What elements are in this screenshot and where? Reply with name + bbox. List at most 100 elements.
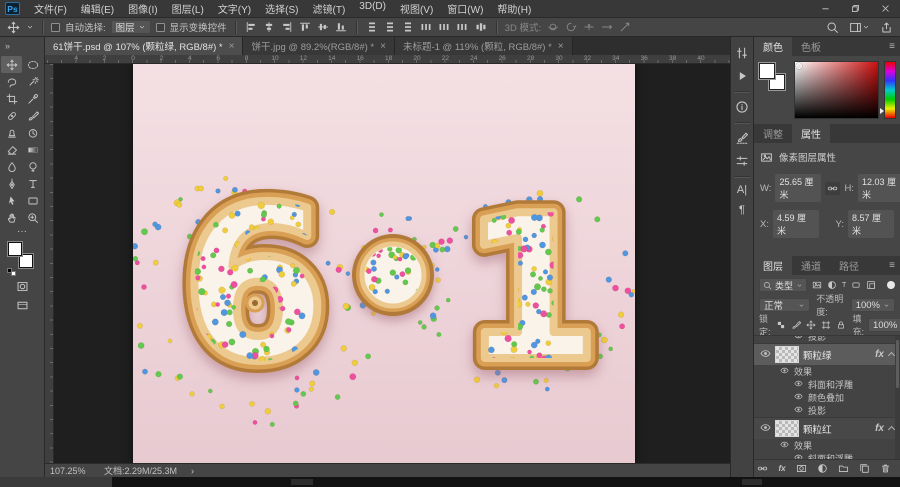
panel-color-swatches[interactable] (759, 61, 789, 119)
dock-character-button[interactable]: A| (736, 184, 748, 197)
delete-button[interactable] (879, 462, 892, 475)
layer-thumbnail[interactable] (775, 420, 799, 437)
distribute-button[interactable] (383, 20, 397, 34)
effect-row[interactable]: 投影 (754, 404, 900, 417)
quick-mask-button[interactable] (15, 279, 30, 294)
lock-brush-button[interactable] (790, 319, 802, 331)
shape-filter-button[interactable] (850, 279, 862, 291)
tool-shape[interactable] (22, 192, 43, 209)
dock-mixer-button[interactable] (734, 45, 750, 61)
auto-select-checkbox[interactable] (51, 22, 60, 32)
tool-type[interactable] (22, 175, 43, 192)
align-bottom-button[interactable] (334, 20, 348, 34)
os-taskbar[interactable] (0, 477, 900, 487)
dock-paragraph-button[interactable]: ¶ (738, 204, 746, 217)
hue-slider[interactable] (880, 61, 896, 119)
minimize-window-button[interactable] (810, 0, 840, 17)
align-top-button[interactable] (298, 20, 312, 34)
chain-button[interactable] (756, 462, 769, 475)
effect-visibility[interactable] (794, 453, 803, 459)
collapse-effects-icon[interactable] (887, 425, 896, 434)
menu-item[interactable]: 滤镜(T) (306, 1, 353, 16)
edit-toolbar-icon[interactable]: ··· (17, 227, 27, 237)
color-swatches[interactable] (7, 241, 37, 276)
layer-row[interactable]: 颗粒绿 fx (754, 343, 900, 365)
panel-tab[interactable]: 属性 (792, 124, 830, 143)
foreground-color-swatch[interactable] (759, 63, 775, 79)
effects-header-row[interactable]: 效果 (754, 365, 900, 378)
adjust-filter-button[interactable] (816, 462, 829, 475)
effect-visibility[interactable] (780, 366, 789, 377)
tool-zoom[interactable] (22, 209, 43, 226)
panel-tab[interactable]: 调整 (754, 124, 792, 143)
auto-select-dropdown[interactable]: 图层 (110, 20, 151, 34)
effects-header-row[interactable]: 效果 (754, 439, 900, 452)
effect-row[interactable]: 斜面和浮雕 (754, 378, 900, 391)
default-colors-icon[interactable] (11, 271, 16, 276)
menu-item[interactable]: 编辑(E) (74, 1, 121, 16)
layer-thumbnail[interactable] (775, 346, 799, 363)
hue-slider-marker[interactable] (880, 108, 884, 114)
effect-visibility[interactable] (794, 336, 803, 342)
status-flyout-icon[interactable]: › (191, 466, 194, 476)
effect-row[interactable]: 投影 (754, 336, 900, 343)
panel-tab[interactable]: 色板 (792, 37, 830, 56)
new-layer-button[interactable] (858, 462, 871, 475)
layers-scrollbar[interactable] (895, 336, 900, 459)
menu-item[interactable]: 3D(D) (352, 1, 393, 16)
tool-history-brush[interactable] (22, 124, 43, 141)
effect-visibility[interactable] (794, 379, 803, 390)
collapse-effects-icon[interactable] (887, 351, 896, 360)
distribute-button[interactable] (419, 20, 433, 34)
workspace-button[interactable] (848, 20, 871, 35)
tool-eyedropper[interactable] (22, 90, 43, 107)
x-field[interactable]: 4.59 厘米 (772, 210, 819, 238)
dock-info-button[interactable] (734, 99, 750, 115)
layer-fx-badge[interactable]: fx (875, 349, 884, 360)
distribute-button[interactable] (437, 20, 451, 34)
panel-menu-icon[interactable]: ≡ (889, 41, 900, 52)
group-button[interactable] (837, 462, 850, 475)
menu-item[interactable]: 帮助(H) (490, 1, 538, 16)
menu-item[interactable]: 图层(L) (165, 1, 211, 16)
adjust-filter-button[interactable] (826, 279, 838, 291)
effect-row[interactable]: 斜面和浮雕 (754, 452, 900, 459)
tool-pen[interactable] (1, 175, 22, 192)
close-window-button[interactable] (870, 0, 900, 17)
tab-close-icon[interactable]: × (229, 41, 235, 52)
lock-artboard-lock-button[interactable] (820, 319, 832, 331)
panel-tab[interactable]: 图层 (754, 256, 792, 275)
dock-actions-play-button[interactable] (734, 68, 750, 84)
blend-mode-dropdown[interactable]: 正常 (759, 298, 811, 312)
tool-hand[interactable] (1, 209, 22, 226)
align-right-button[interactable] (280, 20, 294, 34)
document-tab[interactable]: 未标题-1 @ 119% (颗粒, RGB/8#) * × (394, 37, 573, 55)
align-center-v-button[interactable] (316, 20, 330, 34)
layer-fx-badge[interactable]: fx (875, 423, 884, 434)
3d-pan-button[interactable] (582, 20, 596, 34)
lock-lock-button[interactable] (835, 319, 847, 331)
screen-mode-button[interactable] (15, 298, 30, 313)
tool-gradient[interactable] (22, 141, 43, 158)
tool-brush[interactable] (22, 107, 43, 124)
dock-tool-presets-button[interactable] (734, 153, 750, 169)
type-filter-button[interactable]: T (841, 281, 847, 290)
layer-row[interactable]: 颗粒红 fx (754, 417, 900, 439)
smart-filter-button[interactable] (865, 279, 877, 291)
layer-filter-dropdown[interactable]: 类型 (759, 278, 808, 292)
effect-row[interactable]: 颜色叠加 (754, 391, 900, 404)
panel-tab[interactable]: 颜色 (754, 37, 792, 56)
tool-crop[interactable] (1, 90, 22, 107)
dock-brush-settings-button[interactable] (734, 130, 750, 146)
tab-close-icon[interactable]: × (380, 41, 386, 52)
tool-dodge[interactable] (22, 158, 43, 175)
tool-magic-wand[interactable] (22, 73, 43, 90)
tool-move[interactable] (1, 56, 22, 73)
height-field[interactable]: 12.03 厘米 (857, 174, 900, 202)
effect-visibility[interactable] (794, 392, 803, 403)
document-tab[interactable]: 饼干.jpg @ 89.2%(RGB/8#) * × (243, 37, 395, 55)
tab-close-icon[interactable]: × (558, 41, 564, 52)
filter-toggle[interactable] (887, 281, 895, 289)
fill-field[interactable]: 100% (868, 318, 900, 332)
panel-tab[interactable]: 路径 (830, 256, 868, 275)
